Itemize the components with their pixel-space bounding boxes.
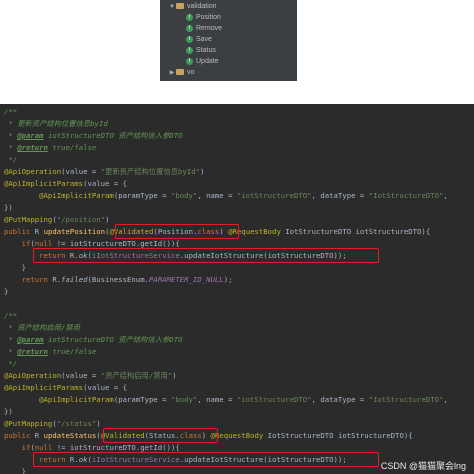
code-line: } (4, 287, 9, 296)
code-line: */ (4, 359, 18, 368)
watermark: CSDN @猫猫聚会lng (380, 461, 466, 471)
code-line: @ApiOperation(value = "更新资产结构位置信息byId") (4, 167, 205, 176)
interface-icon: I (186, 57, 193, 65)
tree-item-label: Remove (196, 25, 223, 32)
interface-icon: I (186, 46, 193, 54)
code-line: @PutMapping("/position") (4, 215, 110, 224)
tree-item-position[interactable]: I Position (186, 13, 221, 23)
code-line: * 资产结构启用/禁用 (4, 323, 80, 332)
tree-folder-label: vo (187, 69, 195, 76)
code-line: return R.failed(BusinessEnum.PARAMETER_I… (4, 275, 233, 284)
folder-icon (176, 69, 184, 76)
code-line: @ApiImplicitParam(paramType = "body", na… (4, 191, 448, 200)
collapse-arrow-icon[interactable]: ▶ (168, 68, 176, 78)
interface-icon: I (186, 24, 193, 32)
tree-folder-validation[interactable]: ▼ validation (168, 2, 217, 12)
code-line: } (4, 263, 26, 272)
code-line: @PutMapping("/status") (4, 419, 101, 428)
folder-icon (176, 3, 184, 10)
code-line: } (4, 467, 26, 474)
code-line: @ApiImplicitParam(paramType = "body", na… (4, 395, 448, 404)
code-line: * @param iotStructureDTO 资产结构信入参DTO (4, 335, 183, 344)
tree-item-status[interactable]: I Status (186, 46, 216, 56)
code-line: public R updateStatus(@Validated(Status.… (4, 431, 413, 440)
code-line: @ApiImplicitParams(value = { (4, 383, 128, 392)
code-line: @ApiOperation(value = "资产结构启用/禁用") (4, 371, 177, 380)
code-line: @ApiImplicitParams(value = { (4, 179, 128, 188)
code-line: * @return true/false (4, 347, 97, 356)
code-line: return R.ok(iIotStructureService.updateI… (4, 251, 347, 260)
code-line: * @param iotStructureDTO 资产结构信入参DTO (4, 131, 183, 140)
tree-item-label: Position (196, 14, 221, 21)
tree-item-label: Save (196, 36, 212, 43)
code-line: if(null != iotStructureDTO.getId()){ (4, 239, 180, 248)
tree-item-label: Update (196, 58, 219, 65)
tree-item-remove[interactable]: I Remove (186, 24, 222, 34)
interface-icon: I (186, 13, 193, 21)
tree-folder-vo[interactable]: ▶ vo (168, 68, 195, 78)
code-line: public R updatePosition(@Validated(Posit… (4, 227, 431, 236)
code-line: }) (4, 407, 13, 416)
code-line: }) (4, 203, 13, 212)
tree-item-save[interactable]: I Save (186, 35, 212, 45)
code-line: * @return true/false (4, 143, 97, 152)
tree-item-update[interactable]: I Update (186, 57, 219, 67)
interface-icon: I (186, 35, 193, 43)
code-line: /** (4, 107, 18, 116)
code-line: */ (4, 155, 18, 164)
expand-arrow-icon[interactable]: ▼ (168, 2, 176, 12)
code-line: if(null != iotStructureDTO.getId()){ (4, 443, 180, 452)
code-line: * 更新资产结构位置信息byId (4, 119, 108, 128)
code-line: return R.ok(iIotStructureService.updateI… (4, 455, 347, 464)
tree-folder-label: validation (187, 3, 217, 10)
code-editor[interactable]: /** * 更新资产结构位置信息byId * @param iotStructu… (0, 104, 474, 474)
tree-item-label: Status (196, 47, 216, 54)
code-line: /** (4, 311, 18, 320)
project-tree-panel: ▼ validation I Position I Remove I Save I Sta… (160, 0, 297, 81)
